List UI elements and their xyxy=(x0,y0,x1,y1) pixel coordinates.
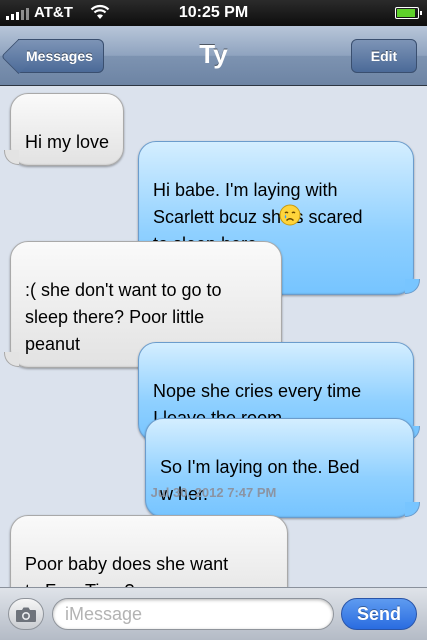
message-thread[interactable]: Hi my love Hi babe. I'm laying with Scar… xyxy=(0,87,427,615)
message-text: Hi my love xyxy=(25,132,110,152)
send-button-label: Send xyxy=(356,603,401,624)
edit-button[interactable]: Edit xyxy=(351,39,417,73)
message-timestamp: Jul 30, 2012 7:47 PM xyxy=(150,485,277,500)
send-button[interactable]: Send xyxy=(341,598,417,630)
battery-icon xyxy=(395,7,422,19)
status-bar: AT&T 10:25 PM xyxy=(0,0,427,26)
message-bubble-incoming[interactable]: Hi my love xyxy=(10,93,125,166)
status-time: 10:25 PM xyxy=(178,4,249,21)
battery-level xyxy=(397,9,415,17)
edit-button-label: Edit xyxy=(370,48,398,64)
compose-bar: Send xyxy=(0,587,427,640)
camera-button[interactable] xyxy=(8,598,44,630)
crying-face-icon xyxy=(279,204,301,226)
message-input[interactable] xyxy=(52,598,334,630)
navigation-bar: Messages Ty Edit xyxy=(0,26,427,86)
message-bubble-outgoing[interactable]: So I'm laying on the. Bed w her. xyxy=(145,418,420,518)
camera-icon xyxy=(16,607,36,622)
